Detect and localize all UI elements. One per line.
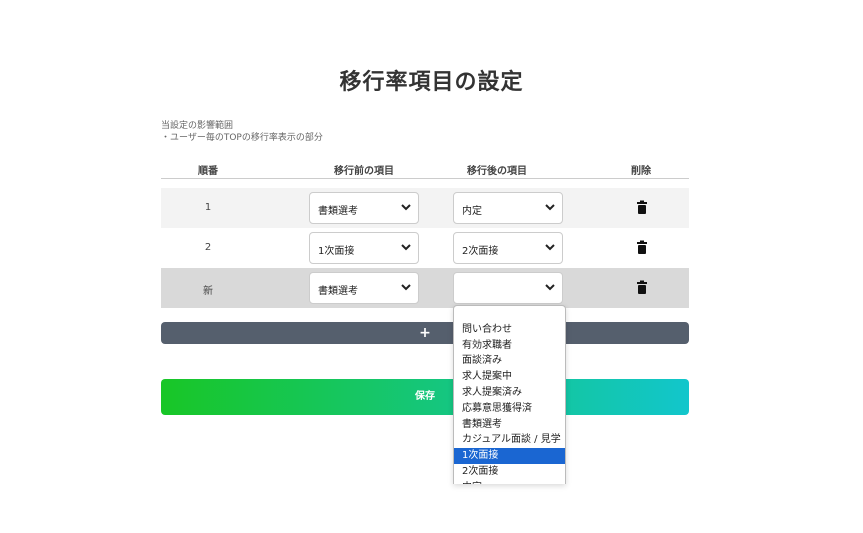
add-row-button[interactable]: + <box>161 322 689 344</box>
dropdown-option[interactable]: 面談済み <box>454 353 565 369</box>
dropdown-option[interactable]: 問い合わせ <box>454 322 565 338</box>
row-order: 新 <box>203 286 213 297</box>
dropdown-option[interactable]: 2次面接 <box>454 464 565 480</box>
dropdown-option[interactable]: 有効求職者 <box>454 338 565 354</box>
page-title: 移行率項目の設定 <box>339 70 524 95</box>
table-row-new: 新 書類選考 <box>161 268 689 308</box>
save-button[interactable]: 保存 <box>161 379 689 415</box>
to-select[interactable]: 内定 <box>453 192 563 224</box>
from-select[interactable]: 1次面接 <box>309 232 419 264</box>
table-row: 2 1次面接 2次面接 <box>161 228 689 268</box>
from-select[interactable]: 書類選考 <box>309 272 419 304</box>
table-header: 順番 移行前の項目 移行後の項目 削除 <box>161 160 689 179</box>
from-select-value: 1次面接 <box>318 246 355 257</box>
row-order: 1 <box>204 202 212 213</box>
to-select[interactable] <box>453 272 563 304</box>
scope-note-detail: ・ユーザー毎のTOPの移行率表示の部分 <box>161 133 323 143</box>
to-select-dropdown: 問い合わせ 有効求職者 面談済み 求人提案中 求人提案済み 応募意思獲得済 書類… <box>453 305 566 484</box>
to-select-value: 内定 <box>462 206 482 217</box>
scope-note: 当設定の影響範囲 ・ユーザー毎のTOPの移行率表示の部分 <box>161 120 323 144</box>
dropdown-option[interactable]: 内定 <box>454 480 565 484</box>
dropdown-option[interactable] <box>454 306 565 322</box>
to-select-value: 2次面接 <box>462 246 499 257</box>
to-select[interactable]: 2次面接 <box>453 232 563 264</box>
from-select-value: 書類選考 <box>318 286 358 297</box>
header-order: 順番 <box>198 166 218 177</box>
chevron-down-icon <box>545 204 555 211</box>
chevron-down-icon <box>401 244 411 251</box>
from-select[interactable]: 書類選考 <box>309 192 419 224</box>
dropdown-option-highlighted[interactable]: 1次面接 <box>454 448 565 464</box>
dropdown-option[interactable]: カジュアル面談 / 見学 <box>454 432 565 448</box>
dropdown-option[interactable]: 応募意思獲得済 <box>454 401 565 417</box>
scope-note-title: 当設定の影響範囲 <box>161 121 234 131</box>
trash-icon[interactable] <box>636 240 648 254</box>
trash-icon[interactable] <box>636 200 648 214</box>
header-from: 移行前の項目 <box>334 166 394 177</box>
table-row: 1 書類選考 内定 <box>161 188 689 228</box>
from-select-value: 書類選考 <box>318 206 358 217</box>
chevron-down-icon <box>401 204 411 211</box>
row-order: 2 <box>204 242 212 253</box>
header-delete: 削除 <box>631 166 651 177</box>
dropdown-option[interactable]: 求人提案済み <box>454 385 565 401</box>
dropdown-option[interactable]: 書類選考 <box>454 417 565 433</box>
chevron-down-icon <box>545 244 555 251</box>
dropdown-option[interactable]: 求人提案中 <box>454 369 565 385</box>
chevron-down-icon <box>545 284 555 291</box>
header-to: 移行後の項目 <box>467 166 527 177</box>
chevron-down-icon <box>401 284 411 291</box>
trash-icon[interactable] <box>636 280 648 294</box>
